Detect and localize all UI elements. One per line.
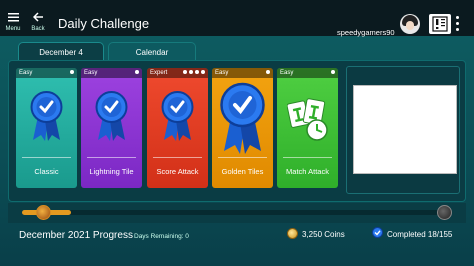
menu-label: Menu: [5, 26, 21, 32]
challenge-name: Lightning Tile: [89, 167, 134, 176]
challenge-name: Match Attack: [286, 167, 329, 176]
difficulty-label: Expert: [150, 70, 168, 76]
challenge-card-classic[interactable]: Easy Classic: [16, 68, 77, 188]
hamburger-icon: [7, 12, 19, 25]
challenge-name: Score Attack: [156, 167, 199, 176]
ad-box[interactable]: [353, 85, 457, 174]
large-blue-ribbon-icon: [220, 82, 265, 154]
blue-ribbon-icon: [95, 91, 128, 141]
menu-button[interactable]: Menu: [2, 12, 24, 34]
difficulty-label: Easy: [280, 70, 294, 76]
notification-icon: [432, 16, 448, 32]
completed-badge-icon: [372, 227, 383, 238]
progress-end-medal-icon[interactable]: [437, 205, 452, 220]
difficulty-dots: [266, 70, 270, 74]
notifications-button[interactable]: [429, 14, 451, 34]
tab-december-4[interactable]: December 4: [18, 42, 104, 61]
coins-count: 3,250 Coins: [302, 230, 345, 239]
avatar[interactable]: [400, 14, 420, 34]
difficulty-dots: [331, 70, 335, 74]
card-divider: [22, 157, 71, 158]
days-remaining: Days Remaining: 0: [134, 233, 189, 240]
challenge-card-score-attack[interactable]: Expert Score Attack: [147, 68, 208, 188]
page-title: Daily Challenge: [58, 16, 150, 31]
challenge-card-match-attack[interactable]: Easy Match Attack: [277, 68, 338, 188]
avatar-face: [406, 21, 414, 30]
blue-ribbon-icon: [30, 91, 63, 141]
challenge-card-golden-tiles[interactable]: Easy Golden Tiles: [212, 68, 273, 188]
completed-count: Completed 18/155: [387, 230, 453, 239]
difficulty-label: Easy: [84, 70, 98, 76]
back-arrow-icon: [32, 12, 44, 25]
challenge-card-lightning-tile[interactable]: Easy Lightning Tile: [81, 68, 142, 188]
difficulty-label: Easy: [215, 70, 229, 76]
progress-start-medal-icon[interactable]: [36, 205, 51, 220]
more-options-icon[interactable]: [456, 16, 460, 31]
back-button[interactable]: Back: [27, 12, 49, 34]
tiles-clock-icon: [287, 98, 328, 141]
difficulty-label: Easy: [19, 70, 33, 76]
difficulty-dots: [183, 70, 205, 74]
tab-calendar[interactable]: Calendar: [108, 42, 196, 61]
username[interactable]: speedygamers90: [337, 28, 395, 37]
coin-icon: [287, 228, 298, 239]
challenge-name: Golden Tiles: [221, 167, 264, 176]
back-label: Back: [31, 26, 45, 32]
challenge-name: Classic: [34, 167, 59, 176]
blue-ribbon-icon: [161, 91, 194, 141]
card-divider: [87, 157, 136, 158]
card-divider: [218, 157, 267, 158]
card-divider: [153, 157, 202, 158]
progress-title: December 2021 Progress: [19, 230, 133, 241]
difficulty-dots: [70, 70, 74, 74]
card-divider: [283, 157, 332, 158]
progress-track: [22, 210, 444, 215]
difficulty-dots: [135, 70, 139, 74]
